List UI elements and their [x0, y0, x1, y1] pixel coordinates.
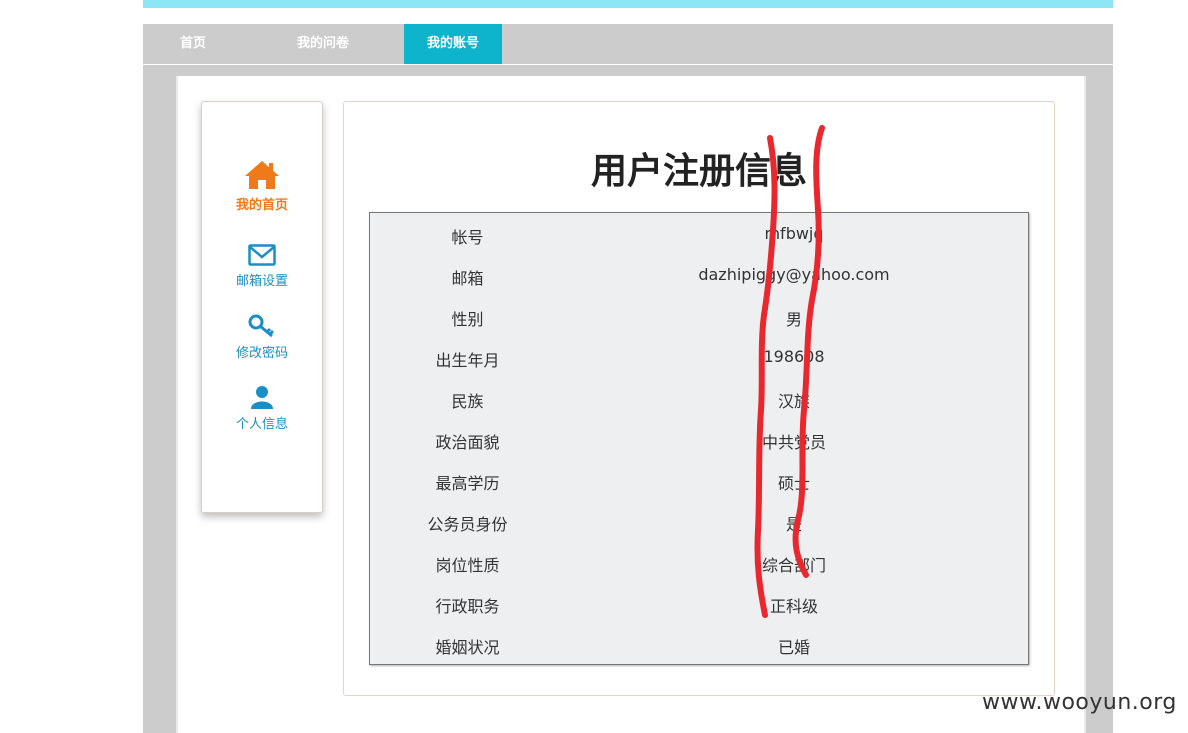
table-row: 帐号 mfbwjq — [370, 224, 1028, 265]
table-row: 公务员身份 是 — [370, 511, 1028, 552]
sidebar-item-label: 个人信息 — [235, 417, 288, 432]
field-label: 出生年月 — [435, 351, 500, 370]
field-value: 是 — [785, 515, 802, 534]
field-value: 男 — [785, 310, 802, 329]
nav-my-account[interactable]: 我的账号 — [404, 24, 502, 64]
watermark: www.wooyun.org — [982, 690, 1177, 715]
envelope-icon — [248, 244, 276, 266]
field-label: 岗位性质 — [435, 556, 500, 575]
key-icon — [248, 314, 275, 338]
sidebar-item-label: 邮箱设置 — [235, 274, 288, 289]
table-row: 邮箱 dazhipiggy@yahoo.com — [370, 265, 1028, 306]
sidebar-item-home[interactable]: 我的首页 — [202, 160, 322, 213]
sidebar-item-label: 我的首页 — [235, 198, 288, 213]
field-label: 最高学历 — [435, 474, 500, 493]
field-value: 中共党员 — [761, 433, 826, 452]
table-row: 行政职务 正科级 — [370, 593, 1028, 634]
nav-my-surveys[interactable]: 我的问卷 — [273, 24, 373, 64]
home-icon — [245, 161, 279, 189]
sidebar-item-personal-info[interactable]: 个人信息 — [202, 385, 322, 432]
user-info-table: 帐号 mfbwjq 邮箱 dazhipiggy@yahoo.com 性别 男 出… — [369, 212, 1029, 665]
field-label: 邮箱 — [451, 269, 484, 288]
field-value: 正科级 — [769, 597, 818, 616]
field-label: 性别 — [451, 310, 484, 329]
nav-divider — [143, 64, 1113, 65]
field-label: 公务员身份 — [427, 515, 508, 534]
sidebar-item-change-password[interactable]: 修改密码 — [202, 314, 322, 361]
top-banner-strip — [143, 0, 1113, 8]
page-title: 用户注册信息 — [590, 151, 807, 192]
table-row: 民族 汉族 — [370, 388, 1028, 429]
field-label: 行政职务 — [435, 597, 500, 616]
field-label: 民族 — [451, 392, 484, 411]
field-value: dazhipiggy@yahoo.com — [698, 265, 890, 284]
nav-home[interactable]: 首页 — [143, 24, 243, 64]
sidebar: 我的首页 邮箱设置 修改密码 个人信息 — [201, 101, 323, 513]
sidebar-item-label: 修改密码 — [235, 346, 288, 361]
table-row: 出生年月 198608 — [370, 347, 1028, 388]
sidebar-item-email-settings[interactable]: 邮箱设置 — [202, 244, 322, 289]
field-label: 帐号 — [451, 228, 484, 247]
table-row: 性别 男 — [370, 306, 1028, 347]
table-row: 岗位性质 综合部门 — [370, 552, 1028, 593]
field-value: 汉族 — [777, 392, 810, 411]
field-value: 硕士 — [777, 474, 810, 493]
table-row: 政治面貌 中共党员 — [370, 429, 1028, 470]
field-value: 综合部门 — [761, 556, 826, 575]
field-label: 婚姻状况 — [435, 638, 500, 657]
field-value: mfbwjq — [764, 224, 824, 243]
user-icon — [251, 386, 273, 409]
field-value: 198608 — [763, 347, 825, 366]
field-value: 已婚 — [777, 638, 810, 657]
main-nav: 首页 我的问卷 我的账号 — [143, 24, 1113, 64]
field-label: 政治面貌 — [435, 433, 500, 452]
table-row: 最高学历 硕士 — [370, 470, 1028, 511]
table-row: 婚姻状况 已婚 — [370, 634, 1028, 675]
